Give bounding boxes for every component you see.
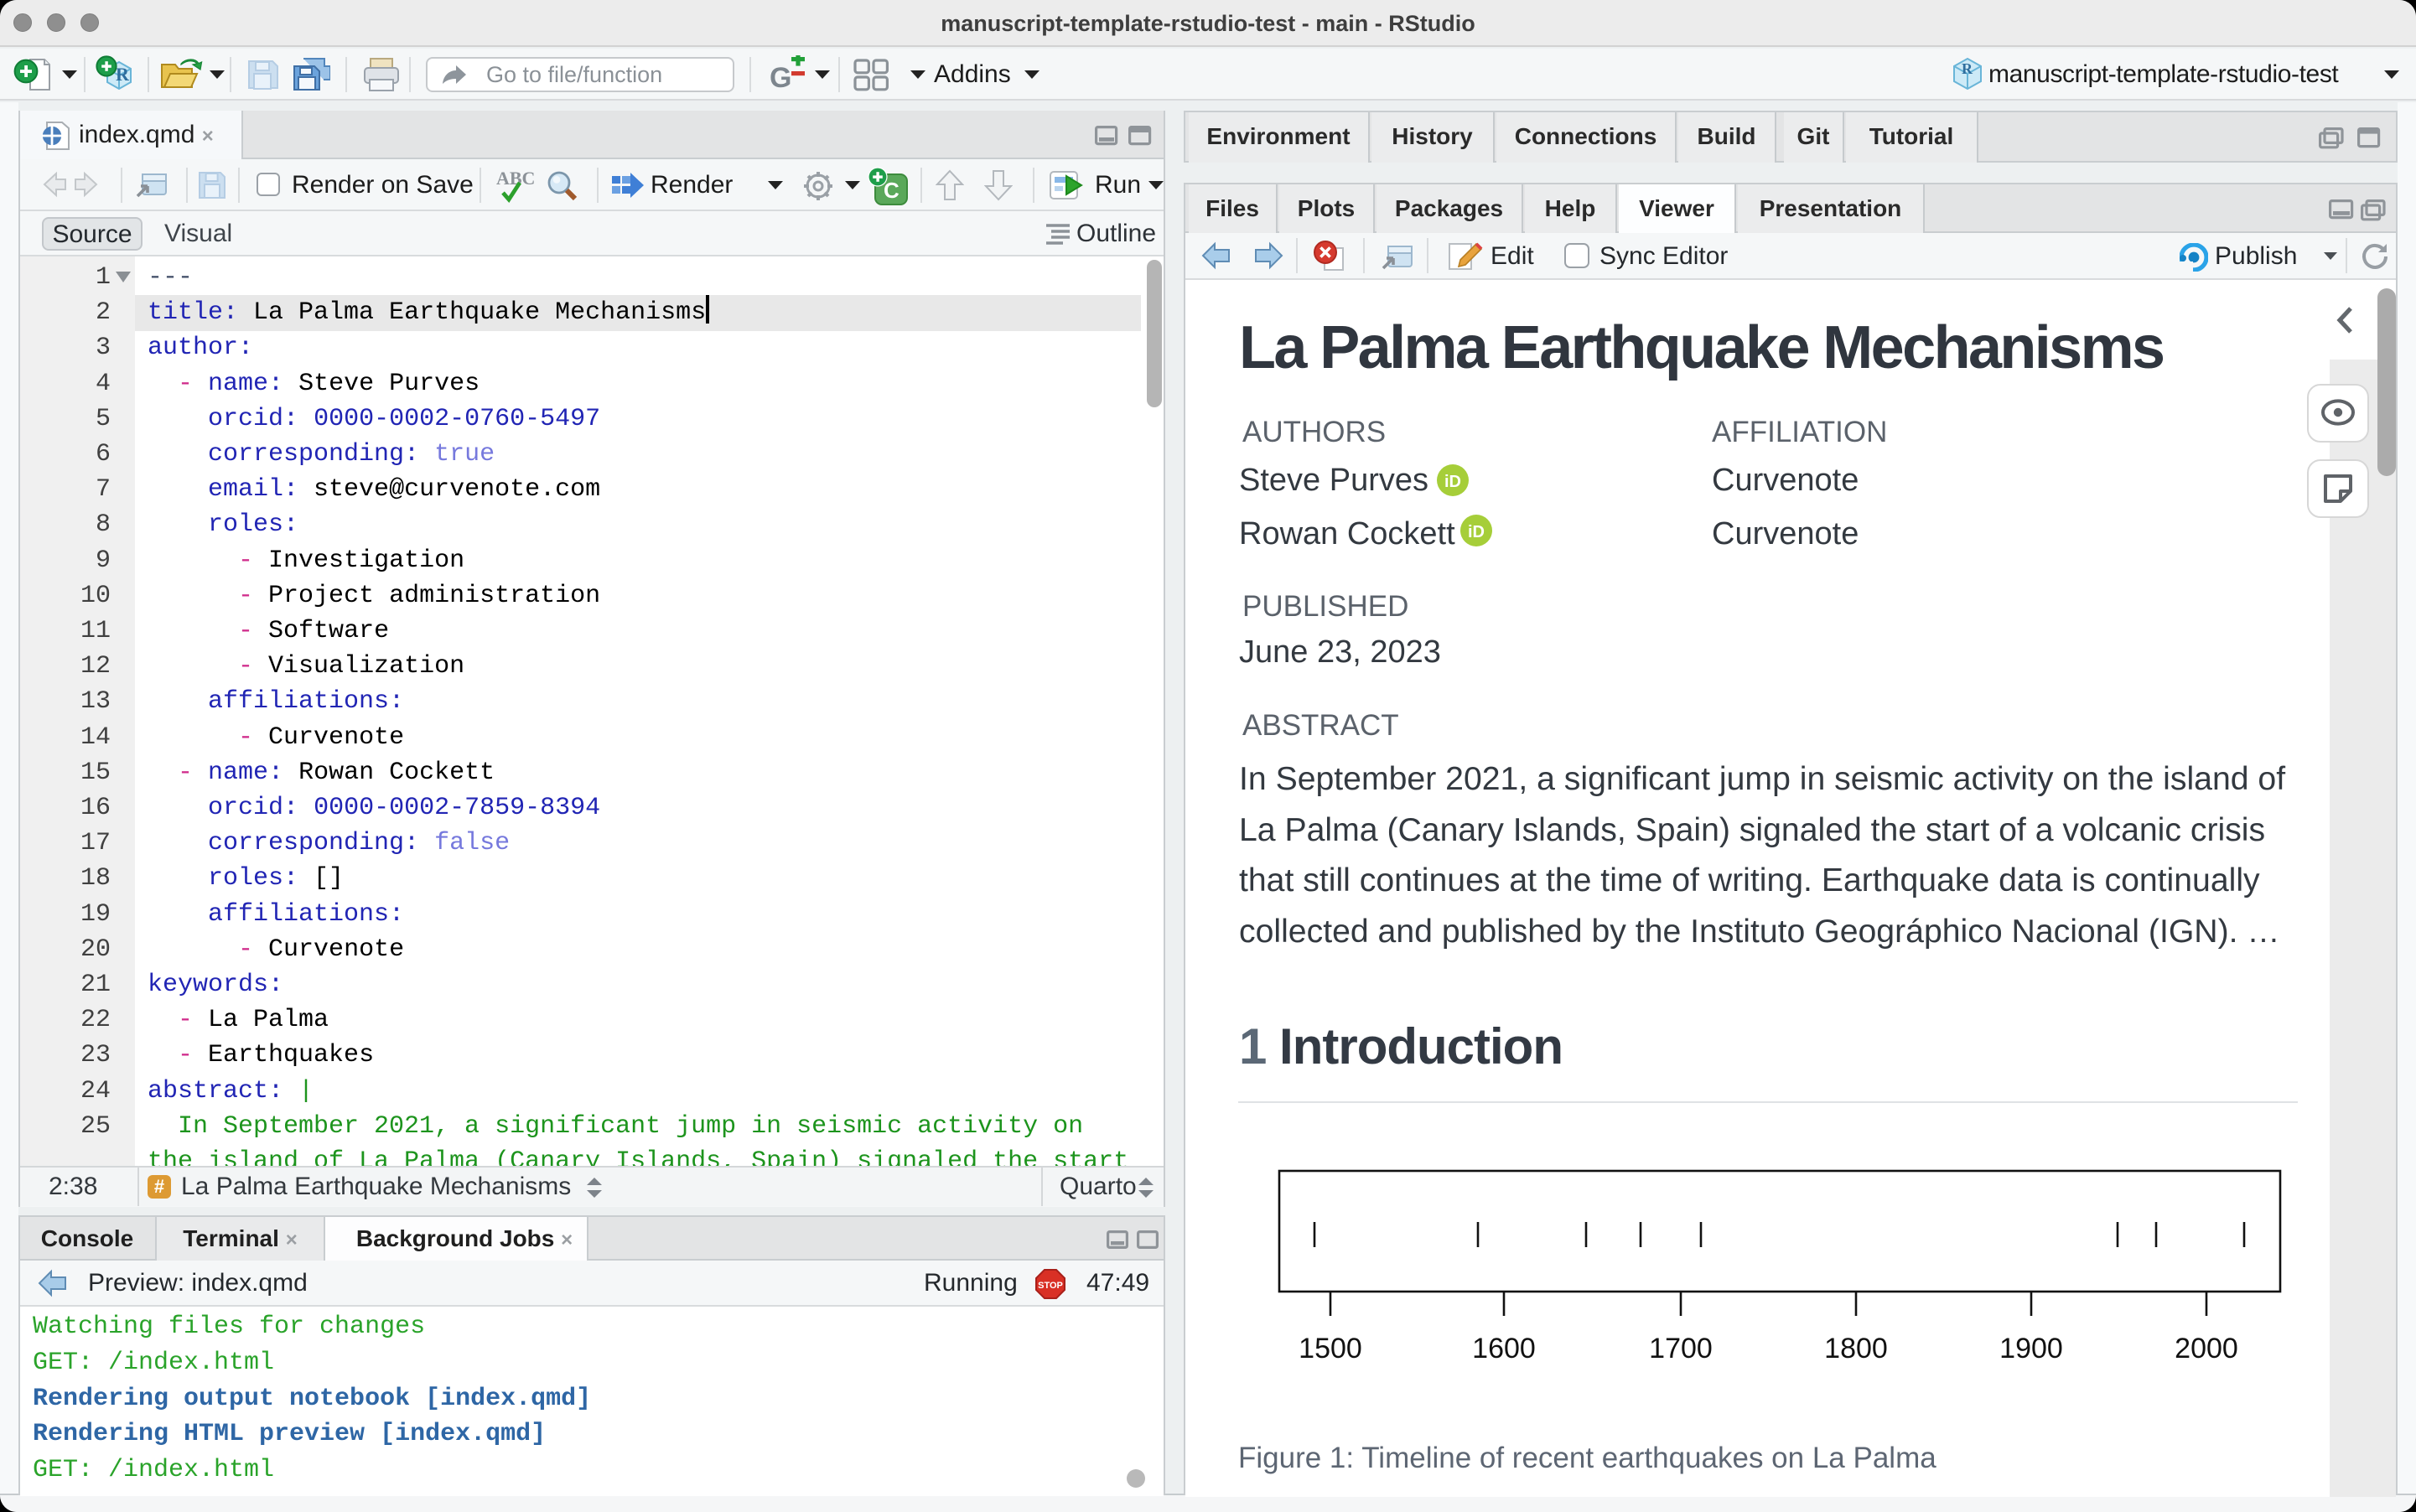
svg-text:R: R bbox=[1962, 60, 1973, 77]
svg-text:1500: 1500 bbox=[1299, 1333, 1362, 1364]
svg-text:G: G bbox=[770, 62, 791, 94]
svg-text:1900: 1900 bbox=[1999, 1333, 2063, 1364]
svg-text:R: R bbox=[116, 64, 130, 85]
svg-text:iD: iD bbox=[1444, 473, 1461, 491]
svg-text:STOP: STOP bbox=[1038, 1281, 1063, 1291]
svg-text:1700: 1700 bbox=[1649, 1333, 1713, 1364]
svg-text:iD: iD bbox=[1468, 523, 1485, 541]
svg-text:1600: 1600 bbox=[1472, 1333, 1536, 1364]
svg-text:1800: 1800 bbox=[1824, 1333, 1888, 1364]
svg-text:2000: 2000 bbox=[2175, 1333, 2238, 1364]
